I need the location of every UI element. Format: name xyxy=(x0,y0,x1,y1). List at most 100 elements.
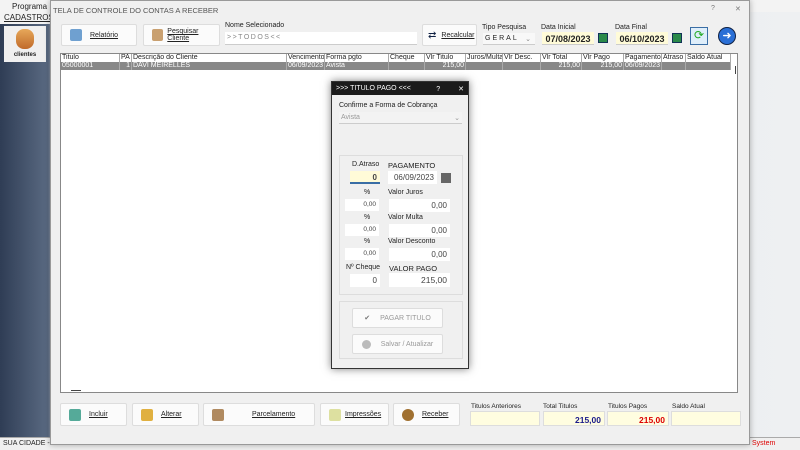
calendar-icon[interactable] xyxy=(672,33,682,43)
chevron-down-icon: ⌄ xyxy=(454,115,460,122)
clientes-button[interactable]: clientes xyxy=(4,26,46,62)
nome-label: Nome Selecionado xyxy=(225,22,285,29)
col-atraso[interactable]: Atraso xyxy=(662,54,686,62)
pagar-titulo-button[interactable]: ✔ PAGAR TITULO xyxy=(352,308,443,328)
pesquisar-cliente-button[interactable]: Pesquisar Cliente xyxy=(143,24,220,46)
desconto-label: Valor Desconto xyxy=(388,238,436,245)
col-juros[interactable]: Juros/Multa xyxy=(466,54,503,62)
clientes-label: clientes xyxy=(13,52,37,58)
tipo-value: GERAL xyxy=(485,35,519,42)
relatorio-button[interactable]: Relatório xyxy=(61,24,137,46)
arrow-right-icon[interactable]: ➜ xyxy=(718,27,736,45)
cell-pa: 1 xyxy=(120,62,132,70)
add-icon xyxy=(69,408,81,421)
printer-icon xyxy=(70,29,82,41)
status-system: System xyxy=(752,440,776,447)
cell-vencimento: 06/09/2023 xyxy=(288,62,325,70)
cheque-label: Nº Cheque xyxy=(346,264,381,271)
search-client-icon xyxy=(152,29,164,41)
incluir-label: Incluir xyxy=(89,411,108,418)
desc-pct-input[interactable]: 0,00 xyxy=(345,248,379,260)
edit-icon xyxy=(141,408,153,421)
col-vlr-titulo[interactable]: Vlr Titulo xyxy=(425,54,466,62)
valor-pago-input[interactable]: 215,00 xyxy=(389,273,450,287)
impressoes-label: Impressões xyxy=(345,411,382,418)
col-pagamento[interactable]: Pagamento xyxy=(624,54,662,62)
salvar-button[interactable]: Salvar / Atualizar xyxy=(352,334,443,354)
scrollbar[interactable] xyxy=(735,66,736,74)
parcelamento-button[interactable]: Parcelamento xyxy=(203,403,315,426)
d-atraso-input[interactable]: 0 xyxy=(350,171,380,184)
data-final-input[interactable]: 06/10/2023 xyxy=(616,32,668,45)
close-button[interactable]: ✕ xyxy=(735,5,741,13)
salvar-label: Salvar / Atualizar xyxy=(380,340,434,348)
help-button[interactable]: ? xyxy=(711,5,715,12)
refresh-icon[interactable]: ⟳ xyxy=(690,27,708,45)
col-desc[interactable]: Vlr Desc. xyxy=(503,54,541,62)
data-inicial-input[interactable]: 07/08/2023 xyxy=(542,32,594,45)
dialog-help-button[interactable]: ? xyxy=(436,86,440,93)
col-forma[interactable]: Forma pgto xyxy=(325,54,389,62)
recalcular-button[interactable]: ⇄ Recalcular xyxy=(422,24,477,46)
impressoes-button[interactable]: Impressões xyxy=(320,403,389,426)
multa-input[interactable]: 0,00 xyxy=(389,224,450,237)
juros-input[interactable]: 0,00 xyxy=(389,199,450,212)
titulos-pagos-label: Titulos Pagos xyxy=(608,403,648,410)
parcelamento-icon xyxy=(212,408,224,421)
calendar-icon[interactable] xyxy=(598,33,608,43)
col-titulo[interactable]: Titulo xyxy=(61,54,120,62)
multa-pct-input[interactable]: 0,00 xyxy=(345,224,379,236)
grid-header: Titulo PA Descrição do Cliente Venciment… xyxy=(61,54,731,62)
receber-label: Receber xyxy=(422,411,449,418)
recalcular-label: Recalcular xyxy=(441,31,475,39)
juros-pct-label: % xyxy=(364,189,371,196)
incluir-button[interactable]: Incluir xyxy=(60,403,127,426)
cell-titulo: 05000001 xyxy=(61,62,120,70)
col-total[interactable]: Vlr Total xyxy=(541,54,582,62)
cell-forma: Avista xyxy=(325,62,389,70)
users-icon xyxy=(16,29,34,49)
titulos-anteriores-value xyxy=(470,411,540,426)
pesquisar-label: Pesquisar Cliente xyxy=(167,28,199,42)
forma-select[interactable]: Avista ⌄ xyxy=(339,112,462,124)
data-final-label: Data Final xyxy=(615,24,647,31)
table-row[interactable]: 05000001 1 DAVI MEIRELLES 06/09/2023 Avi… xyxy=(61,62,731,70)
col-pago[interactable]: Vlr Pago xyxy=(582,54,624,62)
status-city: SUA CIDADE - xyxy=(3,440,50,447)
valor-pago-label: VALOR PAGO xyxy=(389,264,438,273)
dialog-title: >>> TITULO PAGO <<< xyxy=(336,85,411,92)
cell-cheque xyxy=(389,62,425,70)
cell-juros xyxy=(466,62,503,70)
cheque-input[interactable]: 0 xyxy=(350,274,380,287)
receber-button[interactable]: Receber xyxy=(393,403,460,426)
cell-total: 215,00 xyxy=(541,62,582,70)
desc-pct-label: % xyxy=(364,238,371,245)
h-scrollbar[interactable] xyxy=(71,390,81,391)
alterar-button[interactable]: Alterar xyxy=(132,403,199,426)
dialog-close-button[interactable]: ✕ xyxy=(458,86,464,93)
cell-desc xyxy=(503,62,541,70)
titulos-pagos-value: 215,00 xyxy=(607,411,669,426)
cell-atraso xyxy=(662,62,686,70)
pagamento-input[interactable]: 06/09/2023 xyxy=(388,171,437,184)
titulo-pago-dialog: >>> TITULO PAGO <<<? ✕ Confirme a Forma d… xyxy=(331,81,469,369)
tipo-select[interactable]: GERAL ⌄ xyxy=(483,33,535,45)
desconto-input[interactable]: 0,00 xyxy=(389,248,450,261)
col-cheque[interactable]: Cheque xyxy=(389,54,425,62)
col-pa[interactable]: PA xyxy=(120,54,132,62)
juros-label: Valor Juros xyxy=(388,189,423,196)
col-cliente[interactable]: Descrição do Cliente xyxy=(132,54,287,62)
data-inicial-label: Data Inicial xyxy=(541,24,576,31)
cell-vlr-titulo: 215,00 xyxy=(425,62,466,70)
titulos-anteriores-label: Titulos Anteriores xyxy=(471,403,521,410)
nome-input[interactable]: >>TODOS<< xyxy=(225,32,417,45)
saldo-atual-label: Saldo Atual xyxy=(672,403,705,410)
calendar-icon[interactable] xyxy=(441,173,451,183)
coin-icon xyxy=(402,408,414,421)
col-saldo[interactable]: Saldo Atual xyxy=(686,54,731,62)
multa-pct-label: % xyxy=(364,214,371,221)
juros-pct-input[interactable]: 0,00 xyxy=(345,199,379,211)
tipo-label: Tipo Pesquisa xyxy=(482,24,527,31)
col-vencimento[interactable]: Vencimento xyxy=(287,54,325,62)
relatorio-label: Relatório xyxy=(90,31,119,39)
